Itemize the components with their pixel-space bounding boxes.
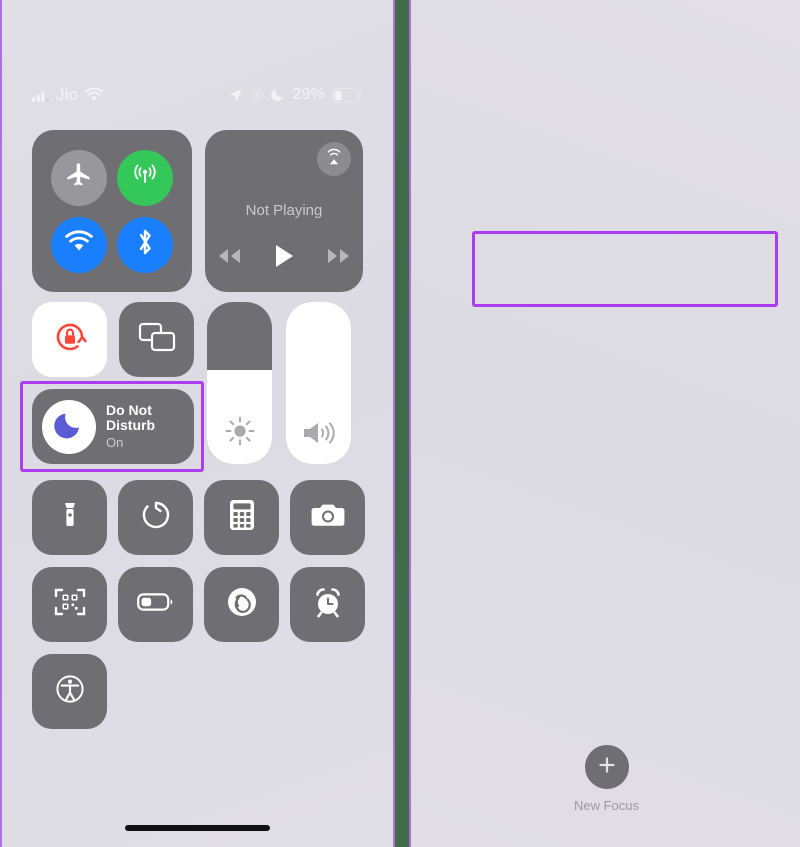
connectivity-tile[interactable] [32,130,192,292]
bluetooth-button[interactable] [117,216,173,273]
location-arrow-icon [229,88,243,102]
flashlight-icon [53,498,87,537]
moon-icon [271,88,285,102]
new-focus-section: New Focus [411,745,800,813]
play-icon[interactable] [272,243,296,274]
focus-panel: Do Not Disturb On Driving [411,0,800,847]
rotation-lock-icon [250,88,265,102]
volume-icon [286,418,351,448]
carrier-label: Jio [56,85,79,104]
timer-button[interactable] [118,480,193,555]
status-bar-right: 29% [229,86,362,104]
brightness-slider[interactable] [207,302,272,464]
highlight-box-focus-dnd [472,231,778,307]
cellular-bars-icon [32,89,50,102]
rewind-icon[interactable] [214,246,244,271]
volume-slider[interactable] [286,302,351,464]
calculator-icon [227,498,257,537]
media-playback-tile[interactable]: Not Playing [205,130,363,292]
alarm-button[interactable] [290,567,365,642]
wifi-button[interactable] [51,216,107,273]
camera-icon [310,500,346,535]
shortcut-grid [32,480,365,729]
rotation-lock-button[interactable] [32,302,107,377]
timer-icon [139,498,173,537]
battery-percent-label: 29% [292,86,325,103]
airplane-icon [65,161,93,194]
low-power-mode-button[interactable] [118,567,193,642]
airplane-mode-button[interactable] [51,149,107,206]
accessibility-button[interactable] [32,654,107,729]
media-controls [205,243,363,274]
flashlight-button[interactable] [32,480,107,555]
bluetooth-icon [132,227,158,262]
screenshot-root: Jio 29% Not Playing Do Not Disturb On Ne… [0,0,800,847]
alarm-clock-icon [311,585,345,624]
screen-mirroring-icon [137,320,177,359]
panel-divider [393,0,411,847]
accessibility-icon [53,672,87,711]
status-bar: Jio 29% [32,82,362,108]
home-indicator-left[interactable] [125,825,270,831]
highlight-box-dnd-tile [20,381,204,472]
brightness-icon [207,414,272,448]
cellular-waves-icon [130,160,160,195]
cellular-data-button[interactable] [117,149,173,206]
rotation-lock-icon [49,316,91,363]
shazam-button[interactable] [204,567,279,642]
fast-forward-icon[interactable] [324,246,354,271]
calculator-button[interactable] [204,480,279,555]
plus-icon [596,754,618,781]
screen-mirroring-button[interactable] [119,302,194,377]
camera-button[interactable] [290,480,365,555]
media-title: Not Playing [245,202,323,219]
battery-icon [136,591,175,618]
battery-icon [332,87,362,103]
shazam-icon [224,584,260,625]
new-focus-label: New Focus [573,798,640,813]
airplay-button[interactable] [317,142,351,176]
new-focus-button[interactable] [584,745,629,789]
status-bar-left: Jio [32,85,104,105]
code-scanner-button[interactable] [32,567,107,642]
airplay-icon [324,147,344,172]
qr-code-scanner-icon [53,585,87,624]
wifi-icon [85,87,104,102]
wifi-icon [64,230,94,259]
